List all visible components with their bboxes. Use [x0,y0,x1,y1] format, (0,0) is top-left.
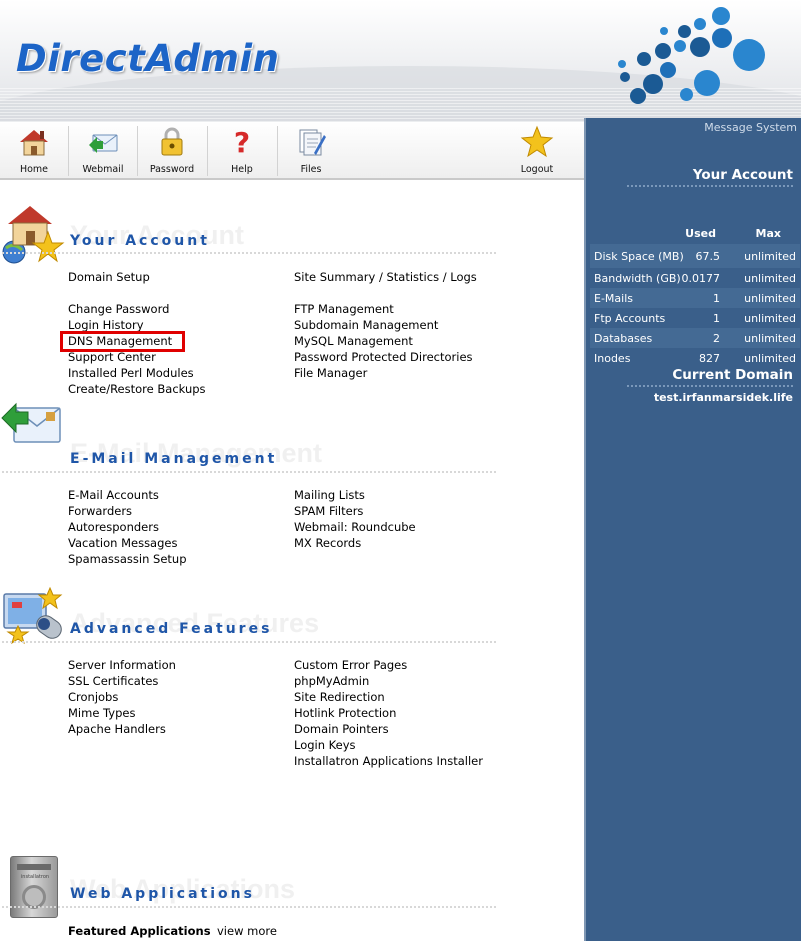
help-button[interactable]: ? Help [209,122,275,180]
ftp-management-link[interactable]: FTP Management [294,302,394,316]
hotlink-protection-link[interactable]: Hotlink Protection [294,706,396,720]
logout-button[interactable]: Logout [504,122,570,180]
stats-row: Disk Space (MB) 67.5 unlimited [590,244,800,268]
toolbar-separator [137,126,138,176]
your-account-icon [2,206,65,264]
help-icon: ? [234,126,250,159]
advanced-features-title: Advanced Features [70,621,273,637]
lock-icon [161,127,183,156]
subdomain-management-link[interactable]: Subdomain Management [294,318,438,332]
files-icon [299,129,326,156]
file-manager-link[interactable]: File Manager [294,366,367,380]
featured-applications-label: Featured Applications [68,924,211,938]
stats-row: Ftp Accounts 1 unlimited [594,312,796,325]
message-system-link[interactable]: Message System [704,121,797,134]
mx-records-link[interactable]: MX Records [294,536,361,550]
web-applications-title: Web Applications [70,886,255,902]
custom-error-pages-link[interactable]: Custom Error Pages [294,658,407,672]
section-divider [2,906,496,908]
dns-management-highlight [60,331,185,352]
webmail-roundcube-link[interactable]: Webmail: Roundcube [294,520,416,534]
stats-row: E-Mails 1 unlimited [590,288,800,308]
your-account-heading: Your Account [692,167,793,183]
svg-text:?: ? [234,126,250,159]
home-icon [20,130,48,156]
change-password-link[interactable]: Change Password [68,302,169,316]
email-management-title: E-Mail Management [70,451,278,467]
apache-handlers-link[interactable]: Apache Handlers [68,722,166,736]
site-redirection-link[interactable]: Site Redirection [294,690,385,704]
section-divider [2,471,496,473]
section-divider [2,252,496,254]
mysql-management-link[interactable]: MySQL Management [294,334,413,348]
login-keys-link[interactable]: Login Keys [294,738,356,752]
installed-perl-modules-link[interactable]: Installed Perl Modules [68,366,194,380]
used-column-header: Used [685,227,716,240]
sidebar-divider [627,185,793,187]
password-button[interactable]: Password [139,122,205,180]
cronjobs-link[interactable]: Cronjobs [68,690,118,704]
stats-row: Databases 2 unlimited [590,328,800,348]
site-summary-link[interactable]: Site Summary / Statistics / Logs [294,270,477,284]
section-divider [2,641,496,643]
email-accounts-link[interactable]: E-Mail Accounts [68,488,159,502]
vacation-messages-link[interactable]: Vacation Messages [68,536,177,550]
account-stats-table: Used Max Disk Space (MB) 67.5 unlimited … [590,218,800,368]
create-restore-backups-link[interactable]: Create/Restore Backups [68,382,206,396]
ssl-certificates-link[interactable]: SSL Certificates [68,674,158,688]
directadmin-logo[interactable]: DirectAdmin [16,37,279,80]
webmail-icon [89,134,118,153]
installatron-icon: installatron [10,856,58,918]
spamassassin-setup-link[interactable]: Spamassassin Setup [68,552,187,566]
home-button[interactable]: Home [1,122,67,180]
view-more-link[interactable]: view more [217,924,277,938]
stats-header: Used Max [590,218,800,244]
webmail-button[interactable]: Webmail [70,122,136,180]
support-center-link[interactable]: Support Center [68,350,156,364]
toolbar-separator [68,126,69,176]
toolbar-separator [207,126,208,176]
autoresponders-link[interactable]: Autoresponders [68,520,159,534]
domain-pointers-link[interactable]: Domain Pointers [294,722,389,736]
mime-types-link[interactable]: Mime Types [68,706,135,720]
mailing-lists-link[interactable]: Mailing Lists [294,488,365,502]
max-column-header: Max [755,227,781,240]
star-icon [520,125,554,158]
spam-filters-link[interactable]: SPAM Filters [294,504,363,518]
password-protected-directories-link[interactable]: Password Protected Directories [294,350,473,364]
sidebar-divider [627,385,793,387]
forwarders-link[interactable]: Forwarders [68,504,132,518]
header: DirectAdmin [0,0,801,122]
sidebar: Message System Your Account Used Max Dis… [584,118,801,941]
stats-row: Inodes 827 unlimited [594,352,796,365]
current-domain-heading: Current Domain [672,367,793,383]
current-domain-value[interactable]: test.irfanmarsidek.life [654,391,793,404]
server-information-link[interactable]: Server Information [68,658,176,672]
domain-setup-link[interactable]: Domain Setup [68,270,150,284]
your-account-title: Your Account [70,233,210,249]
stats-row: Bandwidth (GB) 0.0177 unlimited [594,272,796,285]
email-management-icon [1,402,61,443]
toolbar: Home Webmail Password ? Help Files Logou… [0,122,584,180]
phpmyadmin-link[interactable]: phpMyAdmin [294,674,369,688]
login-history-link[interactable]: Login History [68,318,144,332]
files-button[interactable]: Files [278,122,344,180]
installatron-installer-link[interactable]: Installatron Applications Installer [294,754,483,768]
